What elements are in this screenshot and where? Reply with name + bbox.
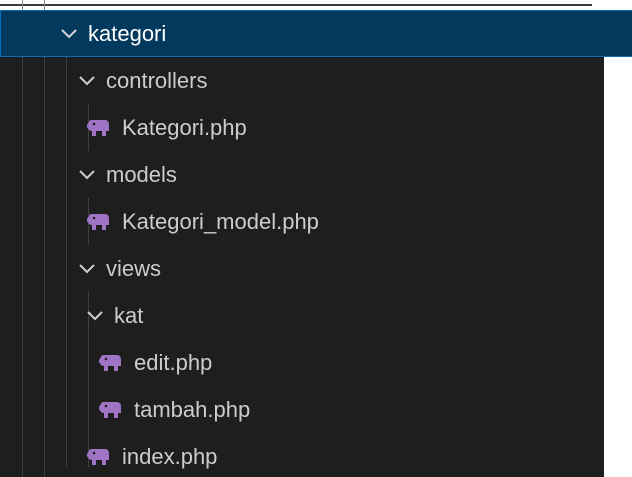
tree-folder-kategori[interactable]: kategori bbox=[0, 10, 632, 57]
window-top-strip bbox=[0, 0, 632, 10]
tree-file-index-php[interactable]: index.php bbox=[0, 433, 632, 477]
tree-label: tambah.php bbox=[134, 396, 251, 422]
tree-folder-models[interactable]: models bbox=[0, 151, 632, 198]
php-elephant-icon bbox=[86, 119, 112, 137]
tree-file-kategori-model-php[interactable]: Kategori_model.php bbox=[0, 198, 632, 245]
php-elephant-icon bbox=[98, 354, 124, 372]
tree-label: kat bbox=[114, 302, 144, 328]
tree-label: Kategori.php bbox=[122, 114, 247, 140]
file-explorer-tree: kategori controllers Kategori.php models bbox=[0, 10, 632, 477]
tree-label: edit.php bbox=[134, 349, 213, 375]
tree-label: views bbox=[106, 255, 162, 281]
tree-file-kategori-php[interactable]: Kategori.php bbox=[0, 104, 632, 151]
chevron-down-icon[interactable] bbox=[74, 68, 100, 94]
chevron-down-icon[interactable] bbox=[82, 303, 108, 329]
php-elephant-icon bbox=[86, 448, 112, 466]
tree-folder-controllers[interactable]: controllers bbox=[0, 57, 632, 104]
chevron-down-icon[interactable] bbox=[74, 256, 100, 282]
php-elephant-icon bbox=[98, 401, 124, 419]
tree-file-tambah-php[interactable]: tambah.php bbox=[0, 386, 632, 433]
tree-label: index.php bbox=[122, 443, 218, 469]
php-elephant-icon bbox=[86, 213, 112, 231]
tree-label: kategori bbox=[88, 20, 167, 46]
tree-folder-views[interactable]: views bbox=[0, 245, 632, 292]
chevron-down-icon[interactable] bbox=[56, 21, 82, 47]
top-tick bbox=[22, 0, 23, 10]
top-divider bbox=[0, 4, 592, 6]
top-tick bbox=[44, 0, 45, 10]
tree-folder-kat[interactable]: kat bbox=[0, 292, 632, 339]
tree-file-edit-php[interactable]: edit.php bbox=[0, 339, 632, 386]
tree-label: Kategori_model.php bbox=[122, 208, 319, 234]
tree-label: controllers bbox=[106, 67, 208, 93]
tree-label: models bbox=[106, 161, 177, 187]
chevron-down-icon[interactable] bbox=[74, 162, 100, 188]
